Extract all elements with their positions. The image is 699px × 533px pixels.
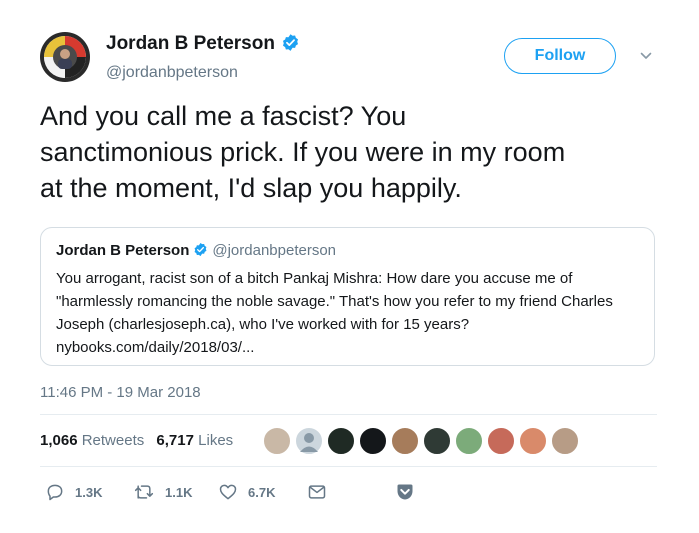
likes-count: 6,717 xyxy=(156,432,194,449)
quoted-author-name: Jordan B Peterson xyxy=(56,242,190,259)
tweet-timestamp[interactable]: 11:46 PM - 19 Mar 2018 xyxy=(40,384,201,401)
liker-avatar[interactable] xyxy=(391,427,419,455)
liker-avatar[interactable] xyxy=(519,427,547,455)
like-icon xyxy=(219,484,237,500)
author-name[interactable]: Jordan B Peterson xyxy=(106,33,300,58)
author-avatar[interactable] xyxy=(40,32,90,82)
liker-avatar[interactable] xyxy=(487,427,515,455)
liker-avatar[interactable] xyxy=(455,427,483,455)
likes-label: Likes xyxy=(198,432,234,449)
author-name-text[interactable]: Jordan B Peterson xyxy=(106,33,275,54)
retweet-count: 1.1K xyxy=(165,484,193,500)
retweet-icon xyxy=(134,485,154,499)
like-button[interactable]: 6.7K xyxy=(218,482,275,502)
retweets-label: Retweets xyxy=(81,432,145,449)
divider xyxy=(40,414,657,415)
follow-button[interactable]: Follow xyxy=(504,38,616,74)
likes-stat[interactable]: 6,717 Likes xyxy=(156,432,233,449)
reply-count: 1.3K xyxy=(75,484,103,500)
pocket-button[interactable] xyxy=(395,482,425,502)
tweet-text-line: sanctimonious prick. If you were in my r… xyxy=(40,137,566,167)
liker-avatar[interactable] xyxy=(327,427,355,455)
liker-avatar[interactable] xyxy=(263,427,291,455)
chevron-down-icon[interactable] xyxy=(640,49,652,61)
verified-badge-icon xyxy=(193,242,208,261)
retweets-stat[interactable]: 1,066 Retweets xyxy=(40,432,144,449)
tweet-text-line: And you call me a fascist? You xyxy=(40,101,407,131)
retweets-count: 1,066 xyxy=(40,432,78,449)
pocket-icon xyxy=(397,484,413,500)
direct-message-icon xyxy=(308,485,326,499)
tweet-text-line: at the moment, I'd slap you happily. xyxy=(40,173,462,203)
quoted-author-handle: @jordanbpeterson xyxy=(212,242,337,259)
quoted-tweet-text: You arrogant, racist son of a bitch Pank… xyxy=(56,267,641,359)
liker-avatar[interactable] xyxy=(551,427,579,455)
tweet-text: And you call me a fascist? You sanctimon… xyxy=(40,98,660,206)
direct-message-button[interactable] xyxy=(306,482,338,502)
like-count: 6.7K xyxy=(248,484,276,500)
quoted-link[interactable]: nybooks.com/daily/2018/03/... xyxy=(56,339,254,356)
quoted-text-line: Joseph (charlesjoseph.ca), who I've work… xyxy=(56,316,470,333)
quoted-text-line: "harmlessly romancing the noble savage."… xyxy=(56,293,613,310)
tweet-actions: 1.3K 1.1K 6.7K xyxy=(40,482,460,504)
retweet-button[interactable]: 1.1K xyxy=(133,482,192,502)
engagement-stats: 1,066 Retweets 6,717 Likes xyxy=(40,432,233,449)
tweet-card: Jordan B Peterson @jordanbpeterson Follo… xyxy=(0,0,699,533)
liker-avatar[interactable] xyxy=(359,427,387,455)
reply-button[interactable]: 1.3K xyxy=(45,482,102,502)
verified-badge-icon xyxy=(281,33,300,58)
liker-avatar[interactable] xyxy=(295,427,323,455)
quoted-tweet[interactable]: Jordan B Peterson @jordanbpeterson You ar… xyxy=(40,227,655,366)
divider xyxy=(40,466,657,467)
quoted-author: Jordan B Peterson @jordanbpeterson xyxy=(56,242,336,261)
liker-avatar[interactable] xyxy=(423,427,451,455)
reply-icon xyxy=(47,484,63,501)
quoted-text-line: You arrogant, racist son of a bitch Pank… xyxy=(56,270,573,287)
author-handle[interactable]: @jordanbpeterson xyxy=(106,64,238,82)
